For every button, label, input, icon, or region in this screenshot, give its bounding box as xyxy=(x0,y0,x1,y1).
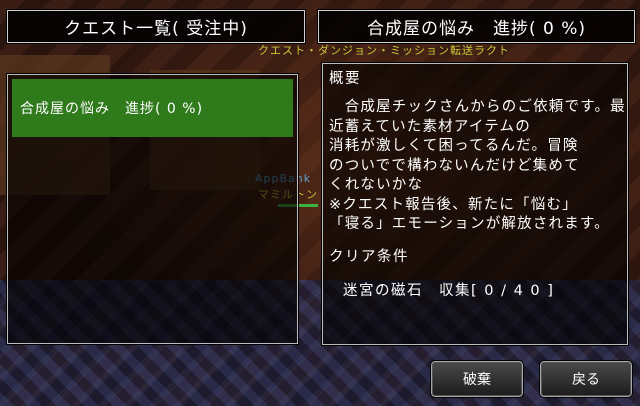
discard-button[interactable]: 破棄 xyxy=(430,360,524,398)
description-line-5: ※クエスト報告後、新たに「悩む」 xyxy=(329,196,578,213)
quest-detail-title-text: 合成屋の悩み 進捗( 0 %) xyxy=(366,19,587,39)
back-button-label: 戻る xyxy=(572,372,600,388)
description-line-4: くれないかな xyxy=(329,177,424,193)
clear-condition-value: 迷宮の磁石 収集[ 0 / 4 0 ] xyxy=(343,283,555,299)
quest-transfer-banner: クエスト・ダンジョン・ミッション転送ラクト xyxy=(258,44,510,57)
description-line-3: のついでで構わないんだけど集めて xyxy=(329,157,580,174)
quest-list-item-label: 合成屋の悩み 進捗( 0 %) xyxy=(20,101,204,117)
description-line-1: 合成屋チックさんからのご依頼です。最近蓄えていた素材アイテムの xyxy=(329,99,626,135)
clear-condition-heading: クリア条件 xyxy=(329,249,409,265)
quest-description: 合成屋チックさんからのご依頼です。最近蓄えていた素材アイテムの 消耗が激しくて困… xyxy=(329,98,627,235)
quest-list-item[interactable]: 合成屋の悩み 進捗( 0 %) xyxy=(12,79,293,137)
back-button[interactable]: 戻る xyxy=(539,360,633,398)
quest-detail-panel: 概要 合成屋チックさんからのご依頼です。最近蓄えていた素材アイテムの 消耗が激し… xyxy=(321,62,629,346)
quest-list-title: クエスト一覧( 受注中) xyxy=(6,9,306,44)
quest-list-title-text: クエスト一覧( 受注中) xyxy=(64,19,248,39)
overview-heading: 概要 xyxy=(329,71,361,87)
description-line-6: 「寝る」エモーションが解放されます。 xyxy=(329,216,610,232)
description-line-2: 消耗が激しくて困ってるんだ。冒険 xyxy=(329,138,579,154)
quest-detail-title: 合成屋の悩み 進捗( 0 %) xyxy=(317,9,636,44)
discard-button-label: 破棄 xyxy=(463,372,491,388)
